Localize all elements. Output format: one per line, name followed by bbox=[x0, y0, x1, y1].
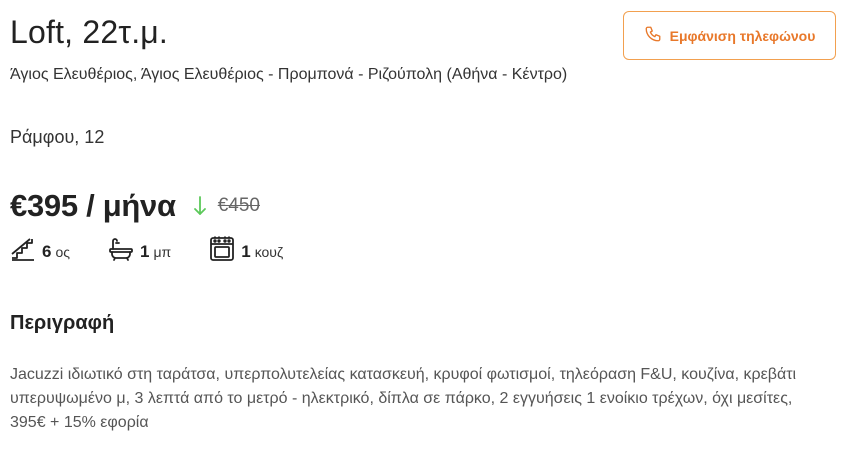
description-heading: Περιγραφή bbox=[10, 312, 115, 334]
feature-bathrooms: 1 μπ bbox=[108, 236, 171, 267]
listing-address: Ράμφου, 12 bbox=[10, 127, 105, 147]
stairs-icon bbox=[10, 236, 42, 267]
current-price: €395 / μήνα bbox=[10, 188, 176, 223]
feature-floor: 6 ος bbox=[10, 236, 70, 267]
previous-price: €450 bbox=[217, 195, 260, 216]
kitchens-unit: κουζ bbox=[254, 243, 284, 260]
show-phone-button[interactable]: Εμφάνιση τηλεφώνου bbox=[623, 11, 836, 60]
oven-icon bbox=[209, 236, 241, 267]
listing-title: Loft, 22τ.μ. bbox=[10, 14, 169, 50]
phone-icon bbox=[644, 25, 662, 46]
bathrooms-unit: μπ bbox=[153, 243, 172, 260]
kitchens-value: 1 bbox=[241, 241, 251, 261]
arrow-down-icon bbox=[192, 194, 208, 218]
bathrooms-value: 1 bbox=[140, 241, 150, 261]
feature-kitchens: 1 κουζ bbox=[209, 236, 283, 267]
floor-unit: ος bbox=[55, 243, 71, 260]
description-text: Jacuzzi ιδιωτικό στη ταράτσα, υπερπολυτε… bbox=[10, 366, 797, 431]
price-row: €395 / μήνα €450 bbox=[10, 188, 260, 224]
floor-value: 6 bbox=[42, 241, 52, 261]
bathtub-icon bbox=[108, 236, 140, 267]
listing-location: Άγιος Ελευθέριος, Άγιος Ελευθέριος - Προ… bbox=[10, 66, 568, 83]
features-row: 6 ος 1 μπ 1 κουζ bbox=[10, 236, 321, 267]
show-phone-label: Εμφάνιση τηλεφώνου bbox=[669, 27, 816, 44]
